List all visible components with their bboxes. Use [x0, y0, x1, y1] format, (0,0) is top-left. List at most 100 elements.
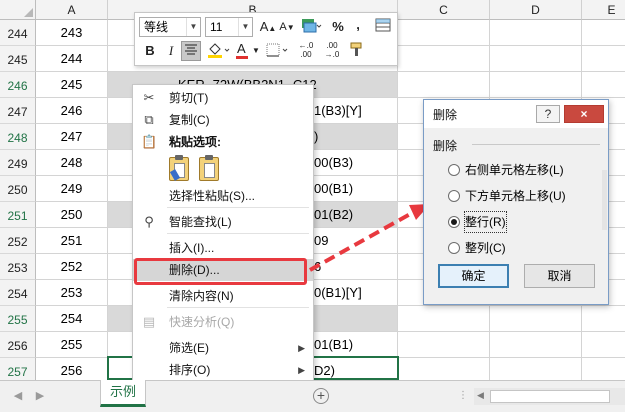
- cell-c[interactable]: [398, 358, 490, 380]
- menu-item-sort[interactable]: 排序(O) ▶: [133, 359, 313, 381]
- help-button[interactable]: ?: [536, 105, 560, 123]
- font-size-combo[interactable]: 11 ▼: [205, 17, 253, 37]
- menu-item-copy[interactable]: ⧉ 复制(C): [133, 109, 313, 131]
- cell-a[interactable]: 254: [36, 306, 108, 332]
- menu-item-clear-contents[interactable]: 清除内容(N): [133, 285, 313, 307]
- cell-a[interactable]: 250: [36, 202, 108, 228]
- row-header[interactable]: 244: [0, 20, 36, 46]
- cell-e[interactable]: [582, 72, 625, 98]
- row-header[interactable]: 247: [0, 98, 36, 124]
- accounting-format-button[interactable]: [299, 17, 323, 37]
- cell-e[interactable]: [582, 46, 625, 72]
- radio-button-icon[interactable]: [448, 216, 460, 228]
- cell-e[interactable]: [582, 358, 625, 380]
- cell-a[interactable]: 244: [36, 46, 108, 72]
- percent-style-button[interactable]: %: [329, 17, 347, 37]
- center-align-button[interactable]: [181, 41, 201, 61]
- cell-d[interactable]: [490, 72, 582, 98]
- cell-e[interactable]: [582, 332, 625, 358]
- cell-d[interactable]: [490, 46, 582, 72]
- menu-item-delete[interactable]: 删除(D)...: [133, 259, 313, 281]
- column-header-c[interactable]: C: [398, 0, 490, 20]
- chevron-down-icon[interactable]: ▼: [238, 18, 252, 36]
- row-header[interactable]: 256: [0, 332, 36, 358]
- format-table-button[interactable]: [373, 17, 393, 37]
- scrollbar-thumb[interactable]: [490, 390, 610, 403]
- cell-a[interactable]: 255: [36, 332, 108, 358]
- radio-button-icon[interactable]: [448, 164, 460, 176]
- column-header-a[interactable]: A: [36, 0, 108, 20]
- cancel-button[interactable]: 取消: [524, 264, 595, 288]
- cell-a[interactable]: 248: [36, 150, 108, 176]
- radio-shift-left[interactable]: 右侧单元格左移(L): [448, 160, 598, 180]
- radio-entire-row[interactable]: 整行(R): [448, 211, 598, 233]
- cell-a[interactable]: 243: [36, 20, 108, 46]
- row-header[interactable]: 250: [0, 176, 36, 202]
- cell-a[interactable]: 245: [36, 72, 108, 98]
- ok-button[interactable]: 确定: [438, 264, 509, 288]
- cell-a[interactable]: 251: [36, 228, 108, 254]
- scroll-left-icon[interactable]: ◀: [477, 390, 484, 401]
- row-header[interactable]: 246: [0, 72, 36, 98]
- menu-item-quick-analysis[interactable]: ▤ 快速分析(Q): [133, 311, 313, 333]
- cell-d[interactable]: [490, 20, 582, 46]
- shrink-font-button[interactable]: A▼: [278, 17, 296, 37]
- select-all-corner[interactable]: [0, 0, 36, 20]
- bold-button[interactable]: B: [141, 41, 159, 61]
- next-sheet-icon[interactable]: ▶: [34, 390, 46, 402]
- radio-entire-column[interactable]: 整列(C): [448, 238, 598, 258]
- cell-c[interactable]: [398, 46, 490, 72]
- add-sheet-button[interactable]: +: [313, 388, 329, 404]
- dialog-titlebar[interactable]: 删除 ? ×: [424, 100, 608, 128]
- cell-a[interactable]: 249: [36, 176, 108, 202]
- vertical-scrollbar[interactable]: [602, 170, 607, 230]
- cell-c[interactable]: [398, 306, 490, 332]
- cell-c[interactable]: [398, 72, 490, 98]
- decrease-decimal-button[interactable]: .00 →.0: [321, 41, 343, 61]
- horizontal-scrollbar[interactable]: ◀: [474, 388, 625, 405]
- cell-d[interactable]: [490, 358, 582, 380]
- font-color-button[interactable]: A ▼: [235, 41, 261, 61]
- sheet-tab-example[interactable]: 示例: [100, 380, 146, 407]
- menu-item-cut[interactable]: ✂ 剪切(T): [133, 87, 313, 109]
- cell-a[interactable]: 252: [36, 254, 108, 280]
- radio-button-icon[interactable]: [448, 242, 460, 254]
- menu-item-filter[interactable]: 筛选(E) ▶: [133, 337, 313, 359]
- chevron-down-icon[interactable]: ▼: [186, 18, 200, 36]
- cell-a[interactable]: 256: [36, 358, 108, 380]
- row-header[interactable]: 252: [0, 228, 36, 254]
- row-header[interactable]: 248: [0, 124, 36, 150]
- row-header[interactable]: 253: [0, 254, 36, 280]
- cell-a[interactable]: 246: [36, 98, 108, 124]
- font-name-combo[interactable]: 等线 ▼: [139, 17, 201, 37]
- row-header[interactable]: 249: [0, 150, 36, 176]
- menu-item-insert[interactable]: 插入(I)...: [133, 237, 313, 259]
- menu-item-paste-special[interactable]: 选择性粘贴(S)...: [133, 185, 313, 207]
- column-header-d[interactable]: D: [490, 0, 582, 20]
- cell-a[interactable]: 247: [36, 124, 108, 150]
- paste-format-icon[interactable]: [169, 155, 189, 181]
- cell-d[interactable]: [490, 332, 582, 358]
- column-header-e[interactable]: E: [582, 0, 625, 20]
- cell-a[interactable]: 253: [36, 280, 108, 306]
- cell-c[interactable]: [398, 332, 490, 358]
- tab-split-handle[interactable]: ⋮: [458, 390, 468, 401]
- row-header[interactable]: 251: [0, 202, 36, 228]
- row-header[interactable]: 254: [0, 280, 36, 306]
- cell-c[interactable]: [398, 20, 490, 46]
- prev-sheet-icon[interactable]: ◀: [12, 390, 24, 402]
- comma-style-button[interactable]: ,: [351, 15, 365, 35]
- radio-button-icon[interactable]: [448, 190, 460, 202]
- cell-d[interactable]: [490, 306, 582, 332]
- cell-e[interactable]: [582, 306, 625, 332]
- row-header[interactable]: 257: [0, 358, 36, 380]
- cell-e[interactable]: [582, 20, 625, 46]
- increase-decimal-button[interactable]: ←.0 .00: [295, 41, 317, 61]
- fill-color-button[interactable]: [205, 41, 233, 61]
- radio-shift-up[interactable]: 下方单元格上移(U): [448, 186, 598, 206]
- format-painter-button[interactable]: [347, 41, 367, 61]
- borders-button[interactable]: [265, 41, 291, 61]
- italic-button[interactable]: I: [163, 41, 179, 61]
- menu-item-smart-lookup[interactable]: ⚲ 智能查找(L): [133, 211, 313, 233]
- close-button[interactable]: ×: [564, 105, 604, 123]
